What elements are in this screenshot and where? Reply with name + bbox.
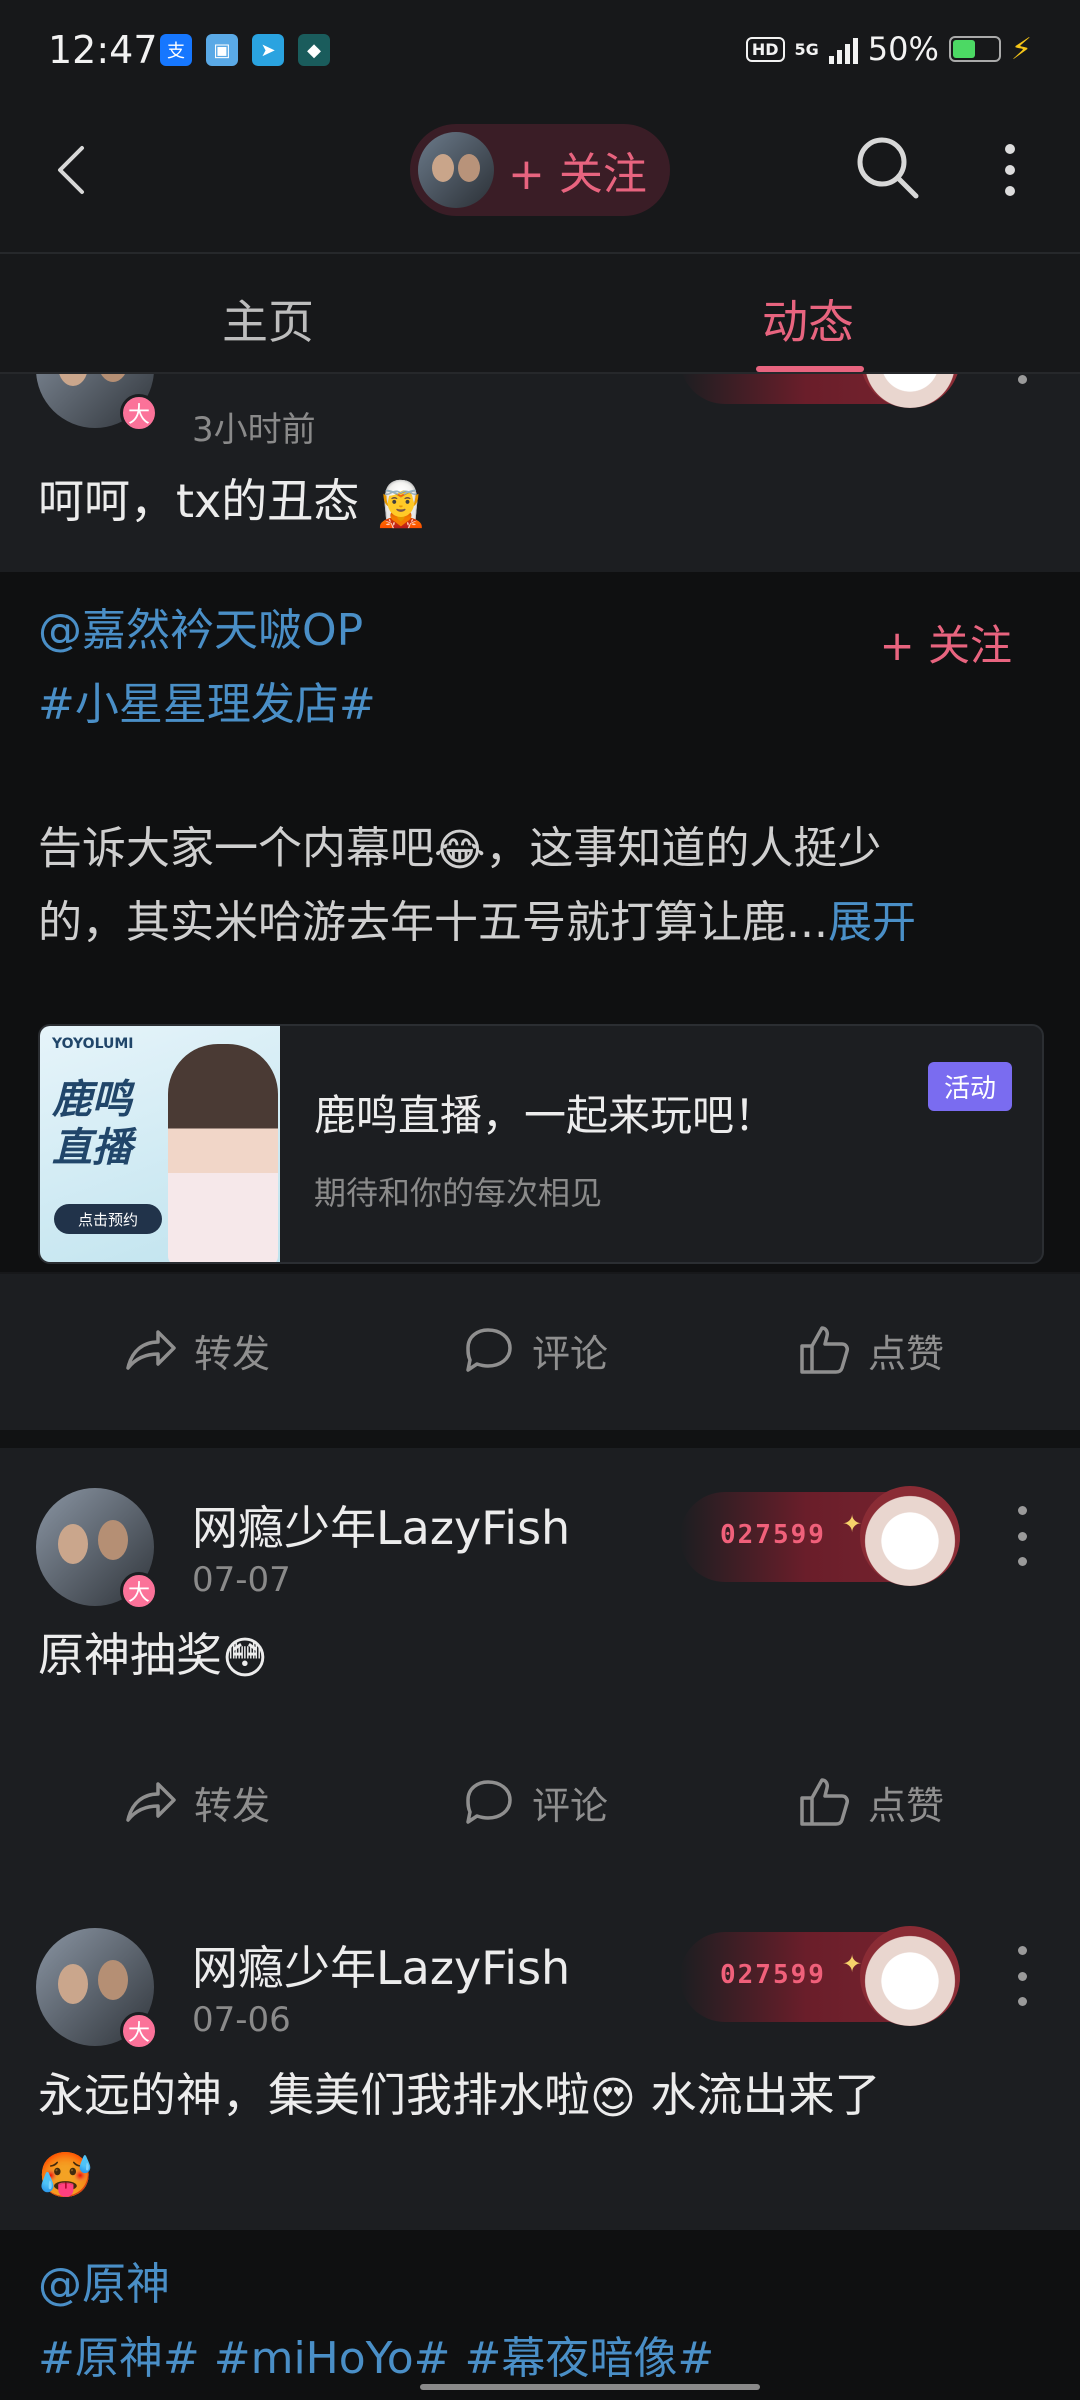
flushed-emoji-icon: 😳	[222, 1632, 268, 1684]
feed[interactable]: 大 3小时前 呵呵，tx的丑态 🧝 @嘉然衿天啵OP + 关注 #小星星理发店#…	[0, 374, 1080, 2400]
repost-mention[interactable]: @原神	[38, 2248, 170, 2322]
avatar[interactable]: 大	[36, 1928, 158, 2050]
forward-button[interactable]: 转发	[120, 1290, 270, 1410]
tab-bar: 主页 动态	[0, 252, 1080, 374]
home-indicator	[420, 2384, 760, 2390]
event-character-image	[168, 1044, 278, 1262]
post-more-icon[interactable]	[1012, 1506, 1032, 1566]
expand-link[interactable]: 展开	[828, 897, 916, 948]
vip-badge-icon: 大	[120, 394, 158, 432]
post-card: 大 网瘾少年LazyFish 07-07 027599 原神抽奖😳 转发 评论 …	[0, 1448, 1080, 1932]
hd-badge: HD	[745, 36, 785, 62]
header-follow-button[interactable]: + 关注	[410, 124, 670, 216]
post-card: 大 3小时前 呵呵，tx的丑态 🧝 @嘉然衿天啵OP + 关注 #小星星理发店#…	[0, 374, 1080, 1272]
vip-badge-icon: 大	[120, 1572, 158, 1610]
repost-mention[interactable]: @嘉然衿天啵OP	[38, 594, 363, 668]
forward-icon	[126, 1782, 176, 1822]
post-card: 大 网瘾少年LazyFish 07-06 027599 永远的神，集美们我排水啦…	[0, 1888, 1080, 2400]
heart-eyes-emoji-icon: 😍	[590, 2072, 636, 2124]
sticker-icon: 🧝	[373, 478, 429, 530]
event-image: YOYOLUMI 鹿鸣 直播 点击预约	[40, 1026, 280, 1262]
header-follow-label: + 关注	[508, 149, 647, 200]
status-time: 12:47	[48, 28, 158, 72]
battery-percent: 50%	[867, 30, 939, 68]
search-icon[interactable]	[852, 132, 922, 202]
event-tag-badge: 活动	[927, 1062, 1012, 1111]
comment-icon	[466, 1780, 512, 1824]
username[interactable]: 网瘾少年LazyFish	[192, 1492, 570, 1558]
repost-follow-button[interactable]: + 关注	[879, 612, 1012, 673]
event-title: 鹿鸣直播，一起来玩吧！	[314, 1091, 777, 1140]
repost-topic[interactable]: #小星星理发店#	[38, 668, 376, 742]
fan-medal-badge[interactable]: 027599	[680, 1486, 960, 1586]
actions: 转发 评论 点赞	[0, 1742, 1080, 1862]
comment-button[interactable]: 评论	[458, 1742, 608, 1862]
fan-medal-number: 027599	[720, 1520, 826, 1550]
signal-icon	[828, 34, 858, 64]
avatar[interactable]: 大	[36, 374, 158, 432]
vip-badge-icon: 大	[120, 2012, 158, 2050]
event-image-button: 点击预约	[54, 1204, 162, 1234]
telegram-icon: ➤	[252, 34, 284, 66]
post-text: 呵呵，tx的丑态 🧝	[38, 464, 429, 542]
vpn-icon: ◆	[298, 34, 330, 66]
post-time: 07-07	[192, 1560, 291, 1600]
event-card[interactable]: YOYOLUMI 鹿鸣 直播 点击预约 鹿鸣直播，一起来玩吧！ 期待和你的每次相见…	[38, 1024, 1044, 1264]
repost-block[interactable]: @嘉然衿天啵OP + 关注 #小星星理发店# 告诉大家一个内幕吧😂，这事知道的人…	[0, 572, 1080, 1272]
comment-icon	[466, 1328, 512, 1372]
repost-text-line2: 的，其实米哈游去年十五号就打算让鹿...展开	[38, 897, 916, 948]
comment-label: 评论	[532, 1783, 609, 1828]
network-type: 5G	[794, 39, 819, 59]
comment-button[interactable]: 评论	[458, 1290, 608, 1410]
like-button[interactable]: 点赞	[794, 1742, 944, 1862]
post-time: 07-06	[192, 2000, 291, 2040]
active-tab-indicator	[756, 366, 864, 372]
avatar	[418, 132, 494, 208]
like-label: 点赞	[868, 1331, 945, 1376]
charging-icon: ⚡	[1010, 31, 1032, 67]
event-subtitle: 期待和你的每次相见	[314, 1174, 603, 1212]
tab-dynamics[interactable]: 动态	[762, 286, 854, 352]
actions: 转发 评论 点赞	[0, 1290, 1080, 1410]
event-image-brand: YOYOLUMI	[52, 1036, 134, 1052]
status-indicators: HD 5G 50% ⚡	[745, 30, 1032, 68]
forward-icon	[126, 1330, 176, 1370]
thumbs-up-icon	[800, 1778, 849, 1826]
laughing-emoji-icon: 😂	[434, 825, 486, 876]
username[interactable]: 网瘾少年LazyFish	[192, 1932, 570, 1998]
status-bar: 12:47 支 ▣ ➤ ◆ HD 5G 50% ⚡	[0, 0, 1080, 104]
thumbs-up-icon	[800, 1326, 849, 1374]
gallery-icon: ▣	[206, 34, 238, 66]
hot-face-emoji-icon: 🥵	[38, 2150, 93, 2201]
mascot-icon	[842, 1486, 960, 1586]
like-button[interactable]: 点赞	[794, 1290, 944, 1410]
post-actions-bar: 转发 评论 点赞	[0, 1274, 1080, 1430]
fan-medal-number: 027599	[720, 1960, 826, 1990]
tab-home[interactable]: 主页	[222, 286, 314, 352]
fan-medal-badge	[680, 374, 960, 408]
fan-medal-badge[interactable]: 027599	[680, 1926, 960, 2026]
repost-block[interactable]: @原神 #原神# #miHoYo# #幕夜暗像#	[0, 2230, 1080, 2400]
repost-text-line1: 告诉大家一个内幕吧😂，这事知道的人挺少	[38, 812, 881, 888]
post-text: 原神抽奖😳	[38, 1618, 268, 1696]
status-app-icons: 支 ▣ ➤ ◆	[160, 34, 330, 66]
post-text: 永远的神，集美们我排水啦😍 水流出来了 🥵	[38, 2058, 881, 2213]
forward-label: 转发	[194, 1783, 271, 1828]
post-time: 3小时前	[192, 410, 316, 450]
forward-label: 转发	[194, 1331, 271, 1376]
event-image-title: 鹿鸣 直播	[52, 1077, 132, 1171]
top-bar: + 关注	[0, 104, 1080, 252]
more-options-icon[interactable]	[990, 140, 1030, 200]
alipay-icon: 支	[160, 34, 192, 66]
mascot-icon	[842, 1926, 960, 2026]
back-arrow-icon[interactable]	[44, 140, 104, 200]
post-more-icon[interactable]	[1012, 1946, 1032, 2006]
comment-label: 评论	[532, 1331, 609, 1376]
forward-button[interactable]: 转发	[120, 1742, 270, 1862]
avatar[interactable]: 大	[36, 1488, 158, 1610]
post-more-icon[interactable]	[1012, 374, 1032, 384]
mascot-icon	[860, 374, 960, 408]
like-label: 点赞	[868, 1783, 945, 1828]
battery-icon	[948, 36, 1001, 62]
